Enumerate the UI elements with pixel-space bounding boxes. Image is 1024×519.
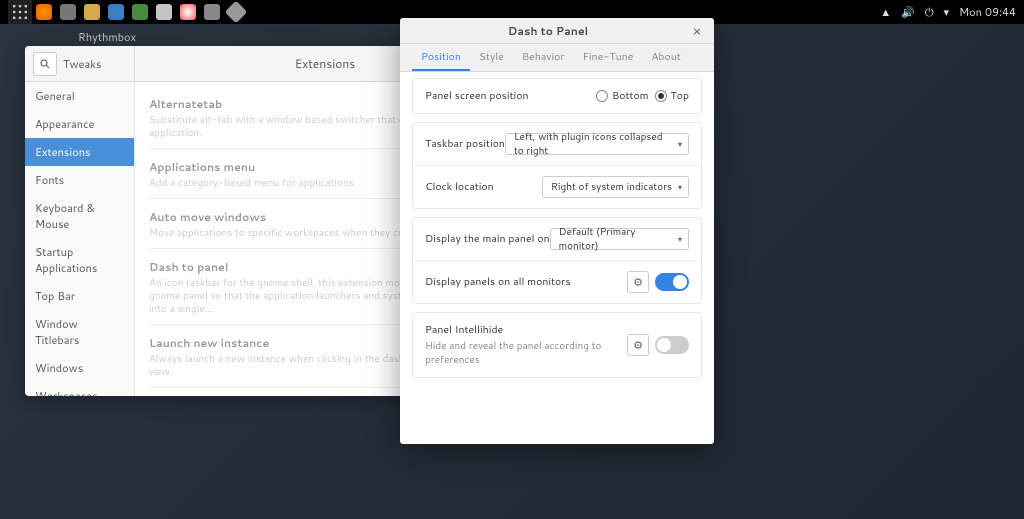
intellihide-label: Panel Intellihide (425, 323, 627, 337)
radio-top-label: Top (671, 89, 689, 103)
dialog-title: Dash to Panel (408, 23, 688, 39)
search-icon (40, 59, 50, 69)
dash-to-panel-dialog: Dash to Panel × PositionStyleBehaviorFin… (400, 18, 714, 444)
app-icon-files[interactable] (80, 0, 104, 24)
main-panel-dropdown[interactable]: Default (Primary monitor) ▾ (550, 228, 689, 250)
network-icon[interactable]: ▲ (880, 4, 891, 20)
tweaks-header-left: Tweaks (25, 46, 135, 81)
volume-icon[interactable]: 🔊 (901, 4, 915, 20)
search-button[interactable] (33, 52, 57, 76)
all-monitors-label: Display panels on all monitors (425, 275, 571, 289)
power-icon[interactable]: ⏻ (925, 4, 934, 20)
gear-icon: ⚙ (633, 337, 643, 353)
screen-position-row: Panel screen position Bottom Top (413, 79, 701, 113)
sidebar-item-top-bar[interactable]: Top Bar (25, 282, 134, 310)
sidebar-item-general[interactable]: General (25, 82, 134, 110)
radio-bottom[interactable]: Bottom (596, 89, 649, 103)
taskbar-position-row: Taskbar position Left, with plugin icons… (413, 123, 701, 165)
intellihide-group: Panel Intellihide Hide and reveal the pa… (412, 312, 702, 378)
clock-location-label: Clock location (425, 180, 494, 194)
sidebar-item-appearance[interactable]: Appearance (25, 110, 134, 138)
chevron-down-icon: ▾ (678, 181, 682, 193)
tab-about[interactable]: About (642, 44, 689, 71)
app-icon-tweaks[interactable] (200, 0, 224, 24)
gear-icon: ⚙ (633, 274, 643, 290)
tab-fine-tune[interactable]: Fine-Tune (573, 44, 642, 71)
display-group: Display the main panel on Default (Prima… (412, 217, 702, 304)
taskbar-position-value: Left, with plugin icons collapsed to rig… (514, 130, 672, 158)
topbar-left (8, 0, 248, 24)
dialog-tabs: PositionStyleBehaviorFine-TuneAbout (400, 44, 714, 72)
radio-bottom-label: Bottom (612, 89, 649, 103)
sidebar-item-windows[interactable]: Windows (25, 354, 134, 382)
screen-position-label: Panel screen position (425, 89, 528, 103)
app-icon-calc[interactable] (128, 0, 152, 24)
intellihide-settings-button[interactable]: ⚙ (627, 334, 649, 356)
chevron-down-icon: ▾ (678, 233, 682, 245)
radio-dot-icon (596, 90, 608, 102)
sidebar-item-fonts[interactable]: Fonts (25, 166, 134, 194)
clock-location-row: Clock location Right of system indicator… (413, 165, 701, 208)
app-icon-rhythmbox[interactable] (56, 0, 80, 24)
tab-style[interactable]: Style (470, 44, 513, 71)
sidebar-item-window-titlebars[interactable]: Window Titlebars (25, 310, 134, 354)
activities-grid-icon[interactable] (8, 0, 32, 24)
app-icon-firefox[interactable] (32, 0, 56, 24)
chevron-down-icon: ▾ (678, 138, 682, 150)
dropdown-icon[interactable]: ▾ (944, 4, 950, 20)
tab-behavior[interactable]: Behavior (513, 44, 574, 71)
app-icon-help[interactable] (176, 0, 200, 24)
topbar-right: ▲ 🔊 ⏻ ▾ Mon 09:44 (880, 4, 1016, 20)
clock-location-value: Right of system indicators (551, 180, 672, 194)
app-icon-software[interactable] (152, 0, 176, 24)
clock[interactable]: Mon 09:44 (959, 4, 1016, 20)
all-monitors-row: Display panels on all monitors ⚙ (413, 260, 701, 303)
dialog-body: Panel screen position Bottom Top Taskbar… (400, 72, 714, 444)
window-tab-label[interactable]: Rhythmbox (70, 26, 144, 48)
intellihide-desc: Hide and reveal the panel according to p… (425, 339, 627, 367)
panel-position-group: Panel screen position Bottom Top (412, 78, 702, 114)
main-panel-value: Default (Primary monitor) (559, 225, 672, 253)
taskbar-position-dropdown[interactable]: Left, with plugin icons collapsed to rig… (505, 133, 689, 155)
clock-location-dropdown[interactable]: Right of system indicators ▾ (542, 176, 689, 198)
taskbar-clock-group: Taskbar position Left, with plugin icons… (412, 122, 702, 209)
radio-top[interactable]: Top (655, 89, 689, 103)
app-icon-generic[interactable] (224, 0, 248, 24)
app-icon-writer[interactable] (104, 0, 128, 24)
main-panel-row: Display the main panel on Default (Prima… (413, 218, 701, 260)
sidebar-item-extensions[interactable]: Extensions (25, 138, 134, 166)
taskbar-position-label: Taskbar position (425, 137, 505, 151)
intellihide-switch[interactable] (655, 336, 689, 354)
main-panel-label: Display the main panel on (425, 232, 550, 246)
all-monitors-switch[interactable] (655, 273, 689, 291)
close-button[interactable]: × (688, 22, 706, 40)
tweaks-sidebar: GeneralAppearanceExtensionsFontsKeyboard… (25, 82, 135, 396)
radio-dot-icon (655, 90, 667, 102)
all-monitors-settings-button[interactable]: ⚙ (627, 271, 649, 293)
intellihide-row: Panel Intellihide Hide and reveal the pa… (413, 313, 701, 377)
dialog-titlebar: Dash to Panel × (400, 18, 714, 44)
sidebar-item-startup-applications[interactable]: Startup Applications (25, 238, 134, 282)
tab-position[interactable]: Position (412, 44, 470, 71)
sidebar-item-keyboard-mouse[interactable]: Keyboard & Mouse (25, 194, 134, 238)
app-launcher-row (32, 0, 248, 24)
tweaks-title: Tweaks (63, 56, 101, 72)
sidebar-item-workspaces[interactable]: Workspaces (25, 382, 134, 396)
